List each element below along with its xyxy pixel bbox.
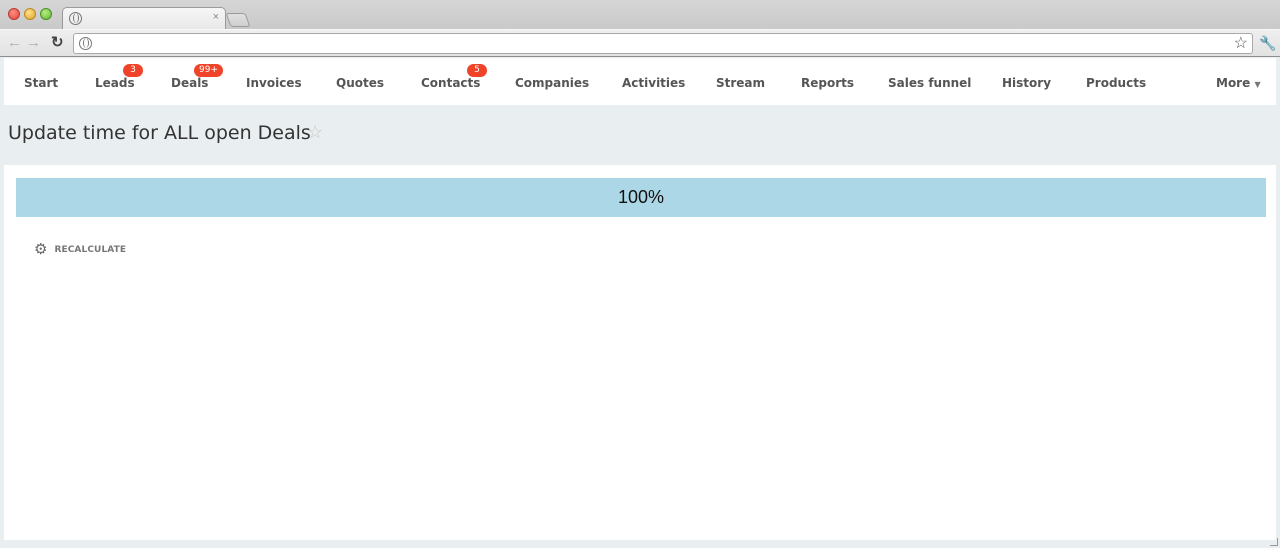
nav-item-stream[interactable]: Stream bbox=[716, 76, 765, 90]
content-panel: 100% ⚙ RECALCULATE bbox=[4, 165, 1276, 540]
browser-chrome: × ← → ↻ ☆ 🔧 bbox=[0, 0, 1280, 57]
star-icon[interactable]: ☆ bbox=[1234, 34, 1248, 53]
recalculate-button[interactable]: ⚙ RECALCULATE bbox=[34, 242, 126, 257]
nav-item-leads[interactable]: Leads bbox=[95, 76, 135, 90]
wrench-icon[interactable]: 🔧 bbox=[1259, 35, 1276, 52]
leads-count-badge: 3 bbox=[123, 64, 143, 77]
tab-close-icon[interactable]: × bbox=[213, 11, 219, 23]
resize-handle[interactable] bbox=[1270, 538, 1278, 546]
new-tab-button[interactable] bbox=[225, 13, 251, 27]
browser-tab[interactable]: × bbox=[62, 7, 226, 29]
minimize-window-button[interactable] bbox=[24, 8, 36, 20]
gear-icon: ⚙ bbox=[34, 241, 48, 258]
page-title: Update time for ALL open Deals bbox=[8, 122, 311, 144]
nav-item-deals[interactable]: Deals bbox=[171, 76, 208, 90]
nav-item-invoices[interactable]: Invoices bbox=[246, 76, 302, 90]
nav-item-products[interactable]: Products bbox=[1086, 76, 1146, 90]
arrow-right-icon[interactable]: → bbox=[26, 33, 41, 53]
arrow-left-icon[interactable]: ← bbox=[7, 33, 22, 53]
nav-item-start[interactable]: Start bbox=[24, 76, 58, 90]
progress-label: 100% bbox=[617, 187, 665, 207]
nav-item-activities[interactable]: Activities bbox=[622, 76, 685, 90]
reload-icon[interactable]: ↻ bbox=[51, 33, 64, 53]
nav-item-reports[interactable]: Reports bbox=[801, 76, 854, 90]
globe-icon bbox=[79, 37, 92, 50]
globe-icon bbox=[69, 12, 82, 25]
nav-item-companies[interactable]: Companies bbox=[515, 76, 589, 90]
nav-item-history[interactable]: History bbox=[1002, 76, 1051, 90]
favorite-star-icon[interactable]: ☆ bbox=[307, 122, 323, 143]
nav-item-sales-funnel[interactable]: Sales funnel bbox=[888, 76, 971, 90]
browser-toolbar: ← → ↻ ☆ 🔧 bbox=[0, 29, 1280, 56]
nav-item-contacts[interactable]: Contacts bbox=[421, 76, 480, 90]
recalculate-label: RECALCULATE bbox=[54, 244, 127, 255]
zoom-window-button[interactable] bbox=[40, 8, 52, 20]
address-bar[interactable]: ☆ bbox=[73, 33, 1253, 54]
chevron-down-icon: ▼ bbox=[1254, 80, 1261, 89]
progress-bar: 100% bbox=[16, 178, 1266, 217]
nav-more-label: More bbox=[1216, 76, 1251, 90]
main-navigation: Start Leads 3 Deals 99+ Invoices Quotes … bbox=[4, 58, 1276, 105]
nav-more-menu[interactable]: More ▼ bbox=[1216, 76, 1261, 90]
close-window-button[interactable] bbox=[8, 8, 20, 20]
deals-count-badge: 99+ bbox=[194, 64, 223, 77]
contacts-count-badge: 5 bbox=[467, 64, 487, 77]
nav-item-quotes[interactable]: Quotes bbox=[336, 76, 384, 90]
